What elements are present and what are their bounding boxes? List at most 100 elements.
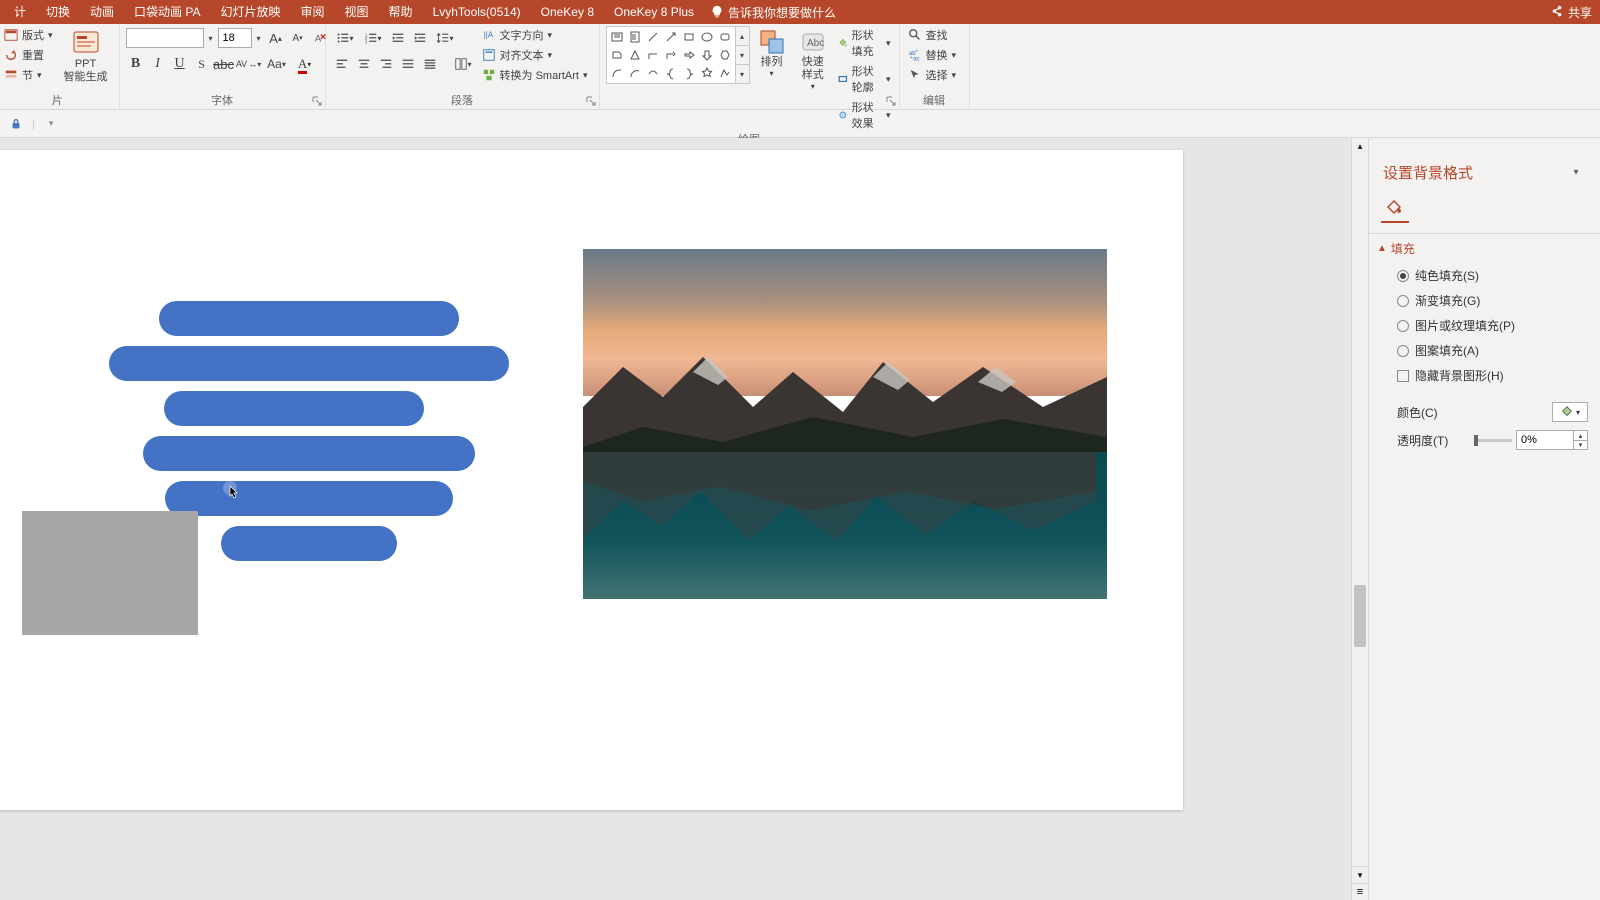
qat-customize-button[interactable]: ▾ (41, 114, 61, 134)
shape-freeform[interactable] (716, 64, 734, 82)
shape-line[interactable] (644, 28, 662, 46)
select-button[interactable]: 选择▾ (906, 66, 959, 84)
decrease-indent-button[interactable] (388, 28, 408, 48)
slider-thumb[interactable] (1474, 435, 1478, 446)
shape-arc[interactable] (626, 64, 644, 82)
replace-button[interactable]: abac 替换▾ (906, 46, 959, 64)
find-button[interactable]: 查找 (906, 26, 959, 44)
tab-transitions[interactable]: 切换 (36, 0, 80, 24)
shape-pill-1[interactable] (159, 301, 459, 336)
qat-lock-button[interactable] (6, 114, 26, 134)
align-left-button[interactable] (332, 54, 352, 74)
font-dialog-launcher[interactable] (311, 95, 323, 107)
layout-button[interactable]: 版式▾ (2, 26, 55, 44)
shape-grey-rect[interactable] (22, 511, 198, 635)
drawing-dialog-launcher[interactable] (885, 95, 897, 107)
shape-elbow[interactable] (644, 46, 662, 64)
radio-pattern-fill[interactable]: 图案填充(A) (1369, 338, 1600, 363)
strikethrough-button[interactable]: abc (214, 54, 234, 74)
spinner-down[interactable]: ▾ (1574, 440, 1587, 449)
align-center-button[interactable] (354, 54, 374, 74)
shape-star[interactable] (698, 64, 716, 82)
shape-block-arrow[interactable] (680, 46, 698, 64)
font-size-dropdown[interactable]: ▾ (254, 28, 264, 48)
shape-textbox[interactable] (608, 28, 626, 46)
tab-animations[interactable]: 动画 (80, 0, 124, 24)
italic-button[interactable]: I (148, 54, 168, 74)
radio-gradient-fill[interactable]: 渐变填充(G) (1369, 288, 1600, 313)
scroll-track[interactable] (1352, 155, 1368, 866)
shape-down-arrow[interactable] (698, 46, 716, 64)
color-picker-button[interactable]: ▾ (1552, 402, 1588, 422)
shape-rect[interactable] (680, 28, 698, 46)
scroll-down-button[interactable]: ▾ (1352, 866, 1368, 883)
shape-curve[interactable] (608, 64, 626, 82)
radio-solid-fill[interactable]: 纯色填充(S) (1369, 263, 1600, 288)
scroll-split-button[interactable]: ≡ (1352, 883, 1368, 900)
distribute-button[interactable] (420, 54, 440, 74)
tell-me-search[interactable]: 告诉我你想要做什么 (710, 4, 836, 21)
tab-help[interactable]: 帮助 (379, 0, 423, 24)
transparency-input[interactable] (1517, 434, 1573, 446)
grow-font-button[interactable]: A▴ (266, 28, 286, 48)
numbering-button[interactable]: 123▾ (360, 28, 386, 48)
share-button[interactable]: 共享 (1550, 4, 1596, 21)
increase-indent-button[interactable] (410, 28, 430, 48)
tab-onekey8[interactable]: OneKey 8 (531, 0, 604, 24)
font-color-button[interactable]: A▾ (292, 54, 318, 74)
tab-design-frag[interactable]: 计 (4, 0, 36, 24)
shrink-font-button[interactable]: A▾ (288, 28, 308, 48)
align-text-button[interactable]: 对齐文本▾ (480, 46, 590, 64)
shape-pill-5[interactable] (165, 481, 453, 516)
shape-pill-4[interactable] (143, 436, 475, 471)
shadow-button[interactable]: S (192, 54, 212, 74)
align-right-button[interactable] (376, 54, 396, 74)
change-case-button[interactable]: Aa▾ (264, 54, 290, 74)
gallery-down[interactable]: ▾ (736, 45, 749, 64)
shape-hexagon[interactable] (716, 46, 734, 64)
shape-snip[interactable] (608, 46, 626, 64)
font-name-combo[interactable] (126, 28, 204, 48)
shape-vtextbox[interactable] (626, 28, 644, 46)
transparency-slider[interactable] (1474, 439, 1512, 442)
gallery-up[interactable]: ▴ (736, 27, 749, 45)
tab-onekey8plus[interactable]: OneKey 8 Plus (604, 0, 704, 24)
arrange-button[interactable]: 排列 ▾ (754, 26, 790, 80)
underline-button[interactable]: U (170, 54, 190, 74)
shape-rbrace[interactable] (680, 64, 698, 82)
section-button[interactable]: 节▾ (2, 66, 55, 84)
bullets-button[interactable]: ▾ (332, 28, 358, 48)
fill-tab-icon[interactable] (1381, 195, 1409, 223)
shape-outline-button[interactable]: 形状轮廓▾ (836, 62, 893, 96)
transparency-spinner[interactable]: ▴ ▾ (1516, 430, 1588, 450)
shape-pill-3[interactable] (164, 391, 424, 426)
scroll-up-button[interactable]: ▴ (1352, 138, 1368, 155)
tab-lvyhtools[interactable]: LvyhTools(0514) (423, 0, 531, 24)
tab-slideshow[interactable]: 幻灯片放映 (211, 0, 291, 24)
slide-canvas[interactable] (0, 150, 1183, 810)
shapes-gallery[interactable] (606, 26, 736, 84)
justify-button[interactable] (398, 54, 418, 74)
bold-button[interactable]: B (126, 54, 146, 74)
shape-roundrect[interactable] (716, 28, 734, 46)
scroll-thumb[interactable] (1354, 585, 1366, 647)
convert-smartart-button[interactable]: 转换为 SmartArt▾ (480, 66, 590, 84)
char-spacing-button[interactable]: AV↔▾ (236, 54, 262, 74)
shape-oval[interactable] (698, 28, 716, 46)
fill-section-header[interactable]: ▲ 填充 (1369, 234, 1600, 263)
text-direction-button[interactable]: ||A 文字方向▾ (480, 26, 590, 44)
image-landscape[interactable] (583, 249, 1107, 599)
radio-picture-fill[interactable]: 图片或纹理填充(P) (1369, 313, 1600, 338)
paragraph-dialog-launcher[interactable] (585, 95, 597, 107)
pane-menu-button[interactable]: ▾ (1566, 163, 1586, 183)
tab-view[interactable]: 视图 (335, 0, 379, 24)
columns-button[interactable]: ▾ (450, 54, 476, 74)
font-name-dropdown[interactable]: ▾ (206, 28, 216, 48)
font-size-combo[interactable] (218, 28, 252, 48)
checkbox-hide-bg[interactable]: 隐藏背景图形(H) (1369, 363, 1600, 388)
line-spacing-button[interactable]: ▾ (432, 28, 458, 48)
quick-styles-button[interactable]: Abc 快速样式 ▾ (794, 26, 832, 93)
reset-button[interactable]: 重置 (2, 46, 55, 64)
shape-arrow-line[interactable] (662, 28, 680, 46)
spinner-up[interactable]: ▴ (1574, 431, 1587, 440)
